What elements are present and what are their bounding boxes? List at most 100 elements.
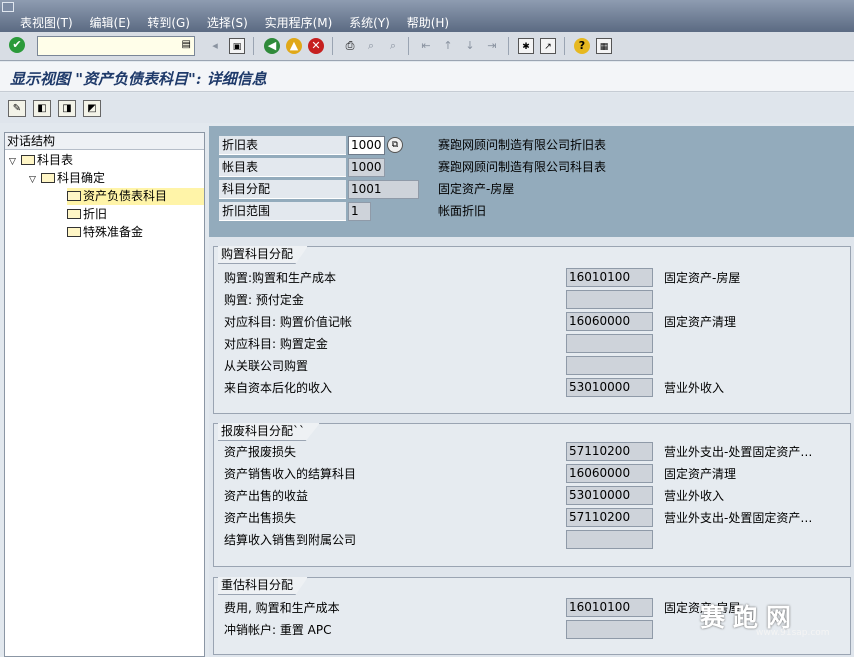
- row-account-field: 16060000: [566, 312, 653, 331]
- tree-node-label: 折旧: [83, 207, 108, 221]
- folder-icon: [67, 209, 81, 219]
- menu-table-view[interactable]: 表视图(T): [20, 16, 73, 30]
- exit-icon[interactable]: ▲: [286, 38, 302, 54]
- menu-goto[interactable]: 转到(G): [147, 16, 190, 30]
- folder-open-icon: [41, 173, 55, 183]
- table-row: 结算收入销售到附属公司: [214, 529, 850, 551]
- next-entry-icon[interactable]: ◨: [58, 100, 76, 117]
- tree-node-label: 科目确定: [57, 171, 106, 185]
- label-chart-of-accounts: 帐目表: [219, 158, 346, 177]
- label-depreciation-chart: 折旧表: [219, 136, 346, 155]
- row-desc: 固定资产清理: [664, 467, 737, 481]
- menu-help[interactable]: 帮助(H): [407, 16, 449, 30]
- group-retirement-title: 报废科目分配``: [218, 423, 321, 441]
- folder-open-icon: [67, 191, 81, 201]
- other-entry-icon[interactable]: ◩: [83, 100, 101, 117]
- account-determination-field: 1001: [348, 180, 419, 199]
- tree-node-label: 资产负债表科目: [83, 189, 168, 203]
- row-label: 资产出售的收益: [224, 489, 309, 503]
- table-row: 资产报废损失 57110200 营业外支出-处置固定资产净损失: [214, 441, 850, 463]
- table-row: 对应科目: 购置价值记帐 16060000 固定资产清理: [214, 311, 850, 333]
- group-acquisition-title: 购置科目分配: [218, 246, 309, 264]
- row-label: 资产出售损失: [224, 511, 297, 525]
- row-label: 结算收入销售到附属公司: [224, 533, 357, 547]
- command-field[interactable]: ▤: [37, 36, 195, 56]
- row-label: 对应科目: 购置定金: [224, 337, 328, 351]
- table-row: 来自资本后化的收入 53010000 营业外收入: [214, 377, 850, 399]
- row-account-field: 57110200: [566, 508, 653, 527]
- table-row: 购置:购置和生产成本 16010100 固定资产-房屋: [214, 267, 850, 289]
- next-page-icon[interactable]: ↓: [462, 38, 478, 54]
- tree-node-account-determination[interactable]: ▽ 科目确定: [29, 170, 105, 187]
- label-depreciation-area: 折旧范围: [219, 202, 346, 221]
- tree-header: 对话结构: [5, 133, 204, 150]
- table-row: 费用, 购置和生产成本 16010100 固定资产-房屋: [214, 597, 850, 619]
- tree-node-label: 特殊准备金: [83, 225, 144, 239]
- depreciation-chart-desc: 赛跑网顾问制造有限公司折旧表: [438, 138, 607, 152]
- prev-entry-icon[interactable]: ◧: [33, 100, 51, 117]
- find-next-icon[interactable]: ⌕: [385, 38, 401, 54]
- title-bar: 显示视图 "资产负债表科目": 详细信息: [0, 62, 854, 92]
- first-page-icon[interactable]: ⇤: [418, 38, 434, 54]
- back-icon[interactable]: ◀: [264, 38, 280, 54]
- row-account-field: 57110200: [566, 442, 653, 461]
- row-desc: 营业外收入: [664, 381, 725, 395]
- table-row: 资产销售收入的结算科目 16060000 固定资产清理: [214, 463, 850, 485]
- row-desc: 固定资产-房屋: [664, 601, 741, 615]
- row-account-field: 16060000: [566, 464, 653, 483]
- table-row: 资产出售的收益 53010000 营业外收入: [214, 485, 850, 507]
- collapse-icon[interactable]: ◂: [207, 38, 223, 54]
- new-session-icon[interactable]: ✱: [518, 38, 534, 54]
- shortcut-icon[interactable]: ↗: [540, 38, 556, 54]
- layout-icon[interactable]: ▦: [596, 38, 612, 54]
- menu-selection[interactable]: 选择(S): [207, 16, 248, 30]
- find-icon[interactable]: ⌕: [363, 38, 379, 54]
- last-page-icon[interactable]: ⇥: [484, 38, 500, 54]
- print-icon[interactable]: ⎙: [342, 38, 358, 54]
- row-desc: 营业外支出-处置固定资产净损失: [664, 511, 824, 525]
- menu-edit[interactable]: 编辑(E): [90, 16, 131, 30]
- row-label: 费用, 购置和生产成本: [224, 601, 340, 615]
- row-account-field: 16010100: [566, 268, 653, 287]
- group-revaluation: 重估科目分配 费用, 购置和生产成本 16010100 固定资产-房屋 冲销帐户: …: [213, 577, 851, 655]
- tree-node-chart-of-accounts[interactable]: ▽ 科目表: [9, 152, 73, 169]
- label-account-determination: 科目分配: [219, 180, 346, 199]
- row-desc: 营业外支出-处置固定资产净损失: [664, 445, 824, 459]
- folder-open-icon: [21, 155, 35, 165]
- tree-node-balance-sheet-accounts[interactable]: 资产负债表科目: [67, 188, 204, 205]
- group-retirement: 报废科目分配`` 资产报废损失 57110200 营业外支出-处置固定资产净损失 资…: [213, 423, 851, 567]
- prev-page-icon[interactable]: ↑: [440, 38, 456, 54]
- row-desc: [664, 290, 824, 310]
- tree-node-special-reserves[interactable]: 特殊准备金: [67, 224, 143, 241]
- row-desc: 营业外收入: [664, 489, 725, 503]
- depreciation-area-field: 1: [348, 202, 371, 221]
- row-account-field: [566, 620, 653, 639]
- save-icon[interactable]: ▣: [229, 38, 245, 54]
- menu-system[interactable]: 系统(Y): [349, 16, 390, 30]
- row-account-field: [566, 530, 653, 549]
- row-label: 对应科目: 购置价值记帐: [224, 315, 352, 329]
- row-desc: [664, 620, 824, 640]
- row-desc: 固定资产清理: [664, 315, 737, 329]
- tree-node-depreciation[interactable]: 折旧: [67, 206, 107, 223]
- row-account-field: 53010000: [566, 378, 653, 397]
- change-display-icon[interactable]: ✎: [8, 100, 26, 117]
- command-history-icon[interactable]: ▤: [182, 39, 191, 50]
- depreciation-chart-input[interactable]: 1000: [348, 136, 385, 155]
- row-desc: 固定资产-房屋: [664, 271, 741, 285]
- value-help-icon[interactable]: ⧉: [387, 137, 403, 153]
- row-account-field: [566, 334, 653, 353]
- table-row: 从关联公司购置: [214, 355, 850, 377]
- enter-check-icon[interactable]: ✔: [9, 37, 25, 53]
- menu-utilities[interactable]: 实用程序(M): [265, 16, 333, 30]
- sap-window-icon[interactable]: [2, 2, 14, 12]
- cancel-icon[interactable]: ✕: [308, 38, 324, 54]
- account-determination-desc: 固定资产-房屋: [438, 182, 515, 196]
- help-icon[interactable]: ?: [574, 38, 590, 54]
- expand-toggle-icon[interactable]: ▽: [9, 154, 21, 171]
- row-account-field: [566, 290, 653, 309]
- standard-toolbar: ✔ ▤ ◂ ▣ ◀ ▲ ✕ ⎙ ⌕ ⌕ ⇤ ↑ ↓ ⇥ ✱ ↗ ? ▦: [0, 32, 854, 61]
- expand-toggle-icon[interactable]: ▽: [29, 172, 41, 189]
- chart-of-accounts-desc: 赛跑网顾问制造有限公司科目表: [438, 160, 607, 174]
- row-label: 资产报废损失: [224, 445, 297, 459]
